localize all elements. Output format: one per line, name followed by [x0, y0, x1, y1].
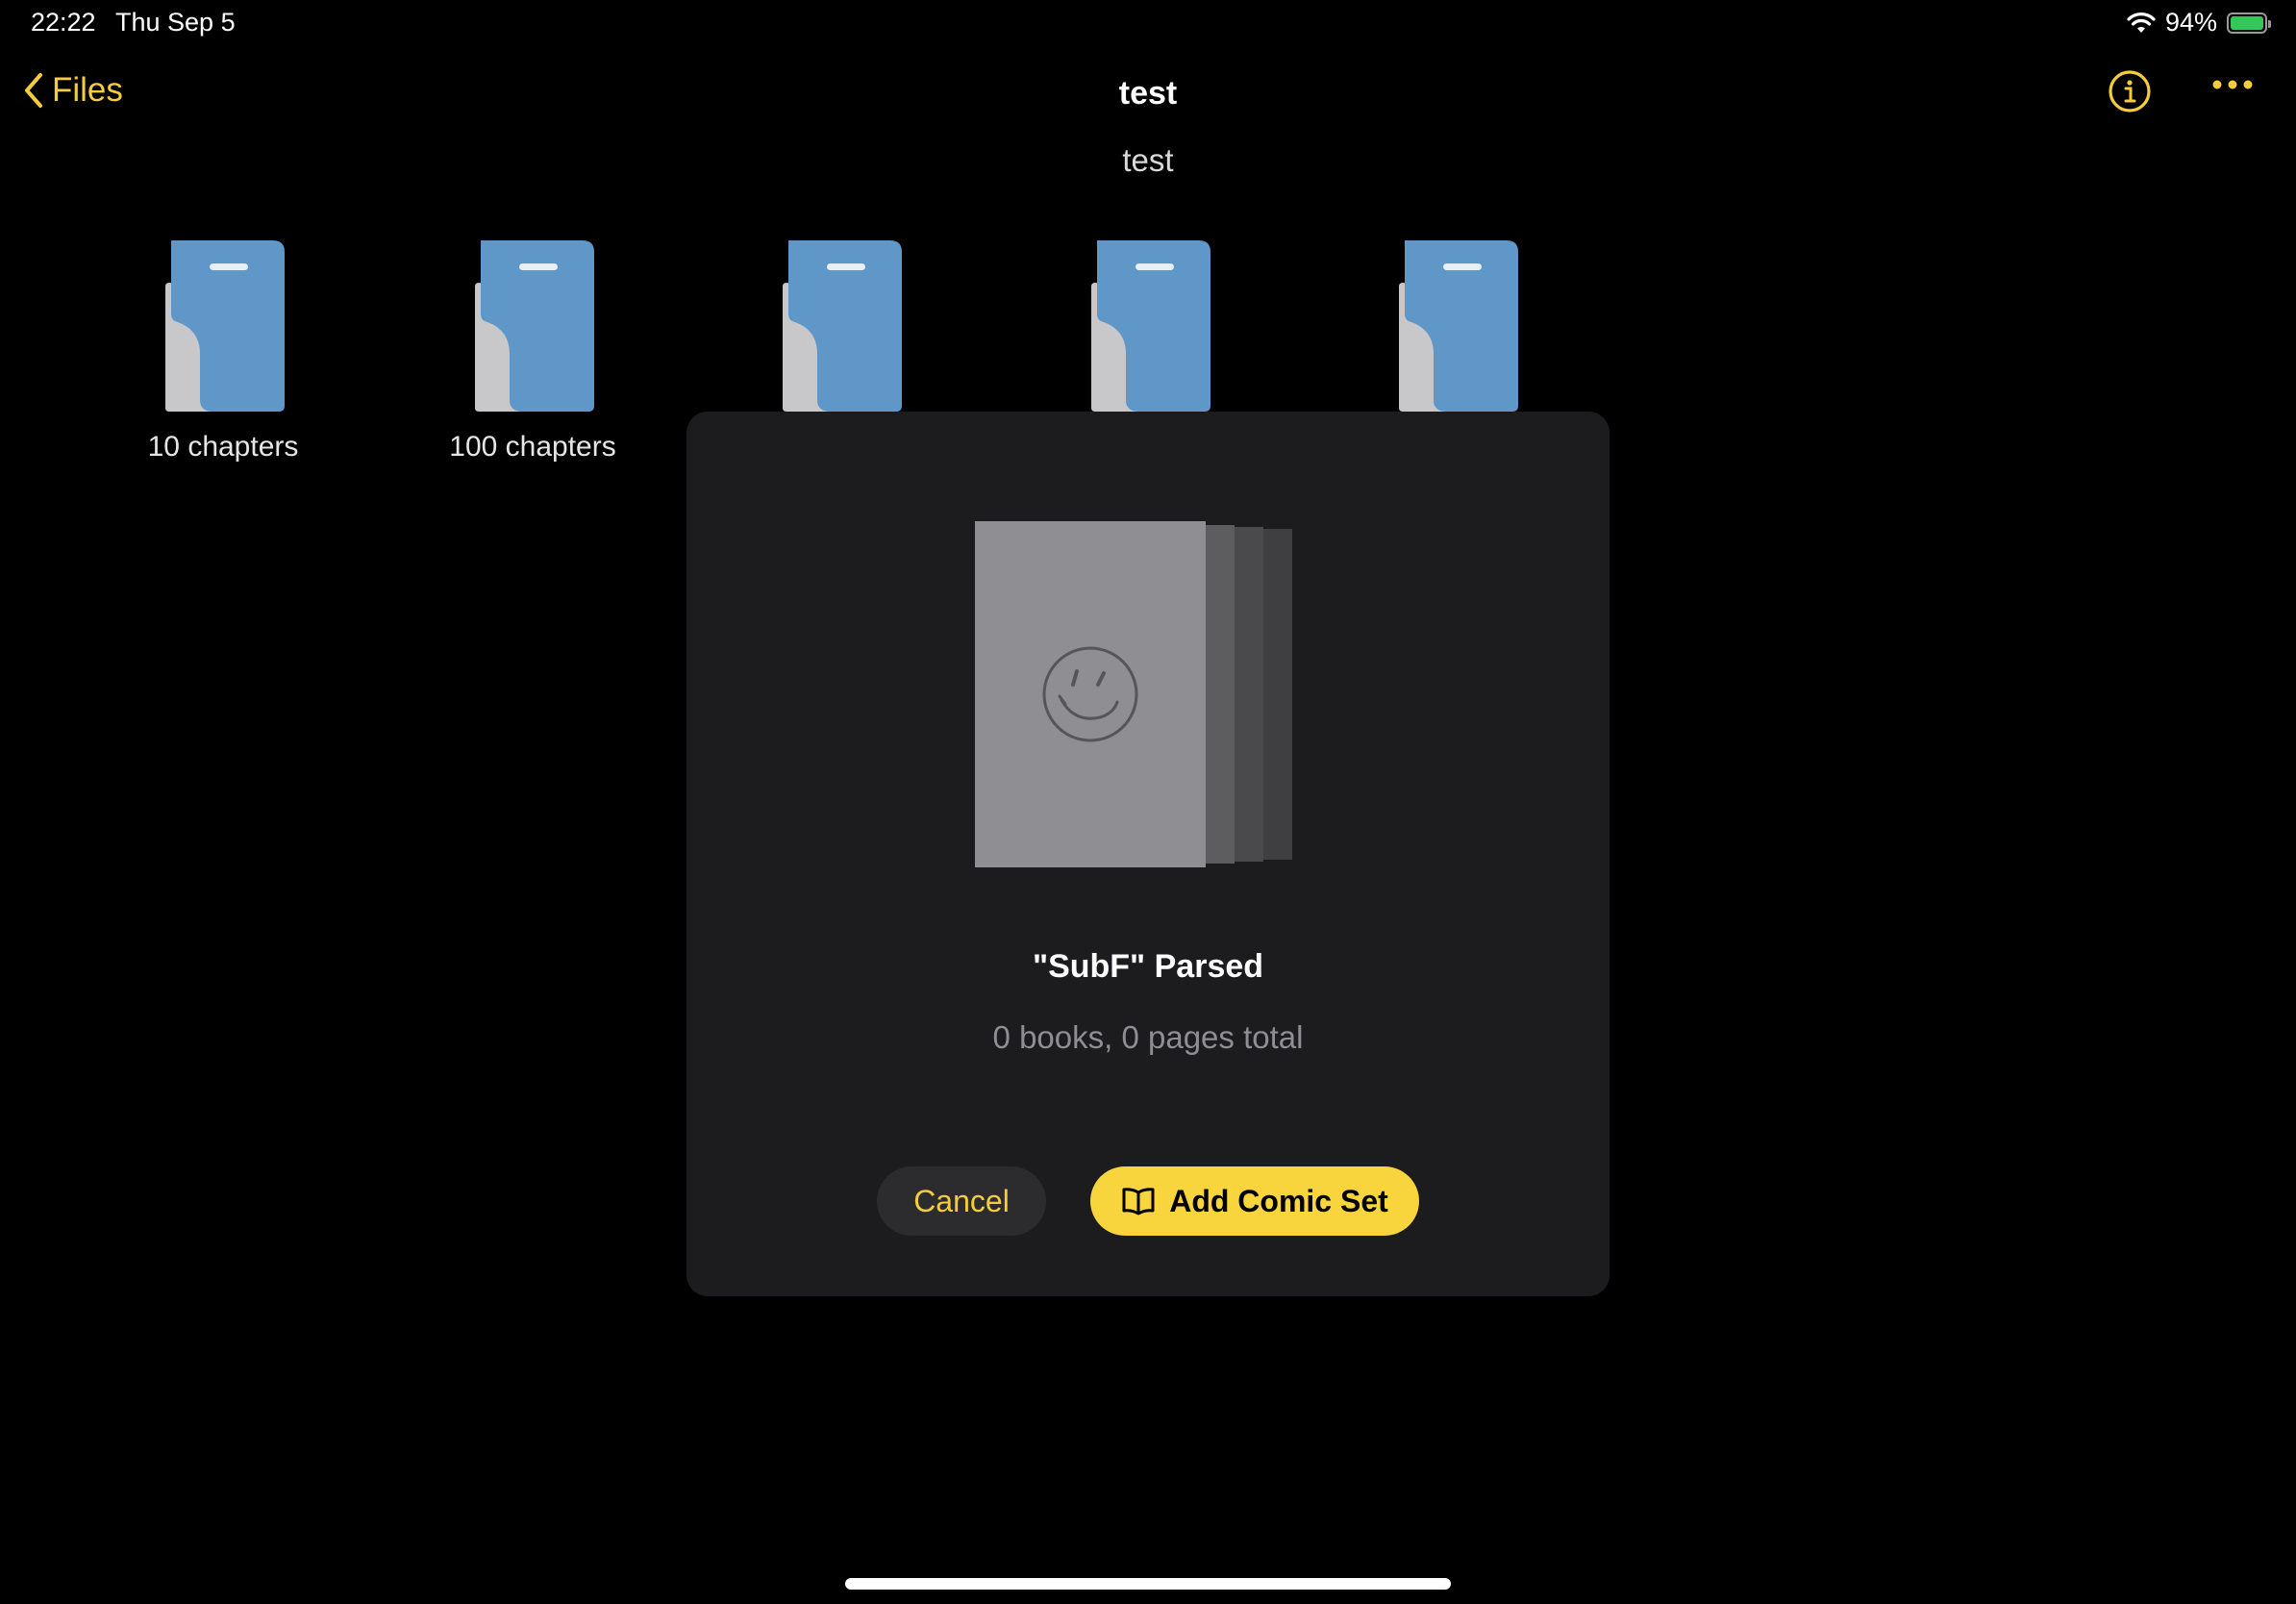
add-comic-set-label: Add Comic Set [1169, 1183, 1388, 1218]
comic-cover-placeholder [975, 521, 1206, 867]
folder-item[interactable] [1332, 240, 1582, 431]
status-date: Thu Sep 5 [115, 8, 236, 37]
dialog-summary: 0 books, 0 pages total [992, 1019, 1304, 1055]
parse-result-dialog: "SubF" Parsed 0 books, 0 pages total Can… [686, 412, 1610, 1296]
folder-icon [783, 240, 902, 412]
smiley-icon [1042, 646, 1138, 742]
stack-sheet [1263, 529, 1292, 860]
folder-item[interactable] [715, 240, 965, 431]
folder-item[interactable] [1024, 240, 1274, 431]
folder-subtitle: test [1122, 142, 1174, 178]
comic-stack-preview [975, 521, 1331, 877]
cancel-button[interactable]: Cancel [877, 1166, 1046, 1236]
more-button[interactable] [2211, 77, 2254, 97]
book-open-icon [1122, 1188, 1155, 1216]
stack-sheet [1206, 525, 1235, 864]
folder-label: 10 chapters [147, 431, 299, 463]
navigation-bar: Files test [0, 58, 2296, 135]
folder-item[interactable]: 100 chapters [408, 240, 658, 464]
wifi-icon [2127, 12, 2156, 33]
info-icon [2109, 70, 2151, 113]
add-comic-set-button[interactable]: Add Comic Set [1090, 1166, 1419, 1236]
battery-percent: 94% [2164, 8, 2217, 37]
folder-label: 100 chapters [449, 431, 616, 463]
info-button[interactable] [2108, 69, 2152, 118]
folder-icon [1399, 240, 1518, 412]
page-title: test [1118, 75, 1178, 112]
folder-icon [165, 240, 285, 412]
stack-sheet [1235, 527, 1263, 862]
dialog-title: "SubF" Parsed [1032, 948, 1264, 985]
battery-charging-icon [2227, 12, 2271, 34]
folder-item[interactable]: 10 chapters [98, 240, 348, 464]
cancel-label: Cancel [913, 1183, 1010, 1218]
status-indicators: 94% [2127, 8, 2271, 38]
folder-icon [1091, 240, 1210, 412]
status-time: 22:22 [31, 8, 96, 37]
ellipsis-icon [2212, 80, 2253, 89]
folder-icon [475, 240, 594, 412]
home-indicator[interactable] [845, 1578, 1451, 1590]
status-bar: 22:22 Thu Sep 5 94% [0, 0, 2296, 46]
